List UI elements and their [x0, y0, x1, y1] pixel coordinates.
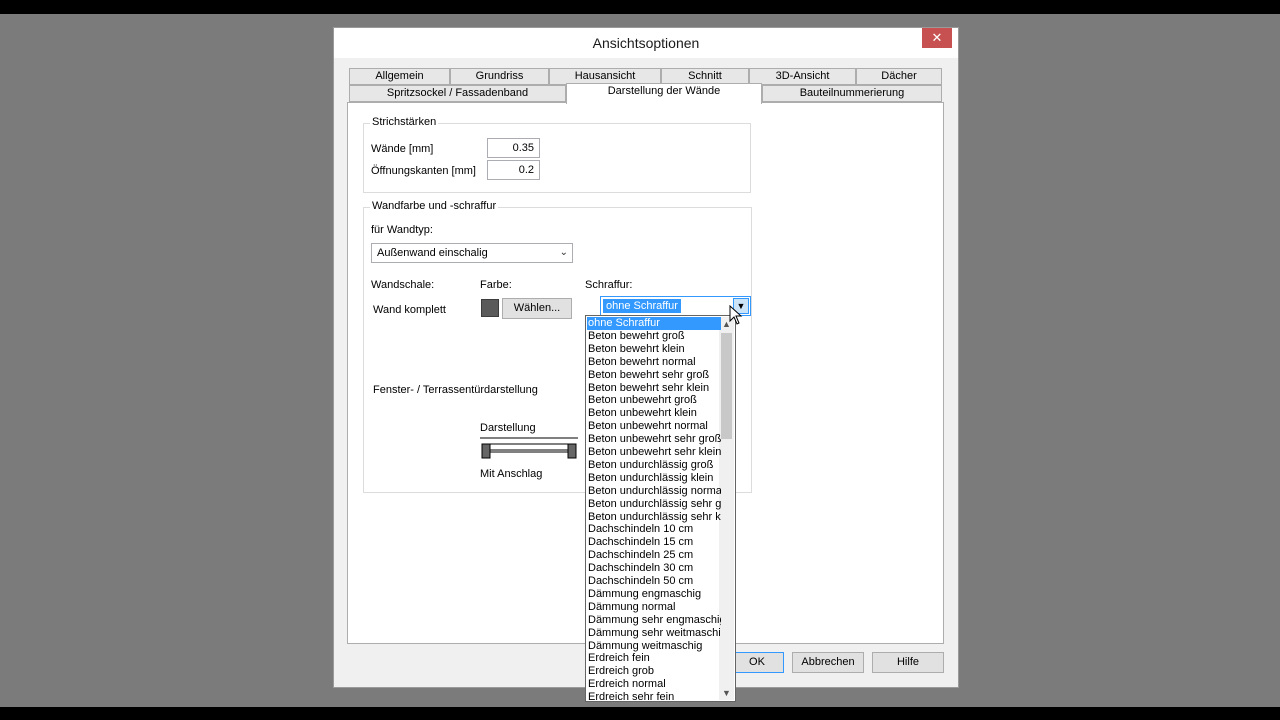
strichstaerken-group: Strichstärken: [363, 116, 751, 193]
wand-color-swatch[interactable]: [481, 299, 499, 317]
close-button[interactable]: ✕: [922, 28, 952, 48]
dropdown-item[interactable]: Dämmung engmaschig: [587, 588, 721, 601]
tab-bauteilnummerierung[interactable]: Bauteilnummerierung: [762, 85, 942, 102]
waehlen-button[interactable]: Wählen...: [502, 298, 572, 319]
wandtyp-select[interactable]: Außenwand einschalig ⌄: [371, 243, 573, 263]
waende-input[interactable]: 0.35: [487, 138, 540, 158]
dropdown-item[interactable]: Beton unbewehrt normal: [587, 420, 721, 433]
wandfarbe-title: Wandfarbe und -schraffur: [370, 200, 499, 212]
dropdown-item[interactable]: Beton undurchlässig groß: [587, 459, 721, 472]
strichstaerken-title: Strichstärken: [370, 116, 439, 128]
wand-komplett-label: Wand komplett: [373, 304, 446, 316]
dropdown-item[interactable]: Dachschindeln 10 cm: [587, 523, 721, 536]
tab-daecher[interactable]: Dächer: [856, 68, 942, 85]
schraffur-dropdown-list[interactable]: ▲ ▼ ohne Schraffur Beton bewehrt groß Beto…: [585, 315, 736, 702]
title-bar: Ansichtsoptionen ✕: [334, 28, 958, 58]
video-letterbox-top: [0, 0, 1280, 14]
dropdown-item[interactable]: Beton unbewehrt klein: [587, 407, 721, 420]
dropdown-item[interactable]: Dachschindeln 30 cm: [587, 562, 721, 575]
dropdown-item[interactable]: Beton undurchlässig sehr kle: [587, 511, 721, 524]
dropdown-item[interactable]: Dachschindeln 25 cm: [587, 549, 721, 562]
tab-spritzsockel[interactable]: Spritzsockel / Fassadenband: [349, 85, 566, 102]
tab-darstellung-der-waende[interactable]: Darstellung der Wände: [566, 83, 762, 104]
scroll-down-icon[interactable]: ▼: [719, 686, 734, 700]
oeffnungskanten-input[interactable]: 0.2: [487, 160, 540, 180]
dropdown-item[interactable]: Erdreich normal: [587, 678, 721, 691]
mit-anschlag-label: Mit Anschlag: [480, 468, 543, 480]
chevron-down-icon: ⌄: [559, 247, 568, 258]
schraffur-value: ohne Schraffur: [603, 299, 681, 313]
oeffnungskanten-label: Öffnungskanten [mm]: [371, 165, 476, 177]
dropdown-item[interactable]: Dämmung weitmaschig: [587, 640, 721, 653]
dropdown-item[interactable]: Dachschindeln 50 cm: [587, 575, 721, 588]
wandtyp-label: für Wandtyp:: [371, 224, 433, 236]
dialog-title: Ansichtsoptionen: [592, 35, 700, 51]
abbrechen-button[interactable]: Abbrechen: [792, 652, 864, 673]
farbe-label: Farbe:: [480, 279, 512, 291]
hilfe-button[interactable]: Hilfe: [872, 652, 944, 673]
mouse-cursor-icon: [729, 305, 743, 325]
window-preview-icon: [480, 437, 578, 459]
dropdown-item[interactable]: Dachschindeln 15 cm: [587, 536, 721, 549]
dropdown-item[interactable]: Erdreich grob: [587, 665, 721, 678]
dropdown-scrollbar[interactable]: ▲ ▼: [719, 317, 734, 700]
dropdown-item[interactable]: Beton undurchlässig klein: [587, 472, 721, 485]
wandtyp-value: Außenwand einschalig: [377, 247, 488, 259]
dropdown-item[interactable]: Beton undurchlässig normal: [587, 485, 721, 498]
tab-allgemein[interactable]: Allgemein: [349, 68, 450, 85]
dropdown-item[interactable]: Beton unbewehrt sehr klein: [587, 446, 721, 459]
dropdown-item[interactable]: Beton bewehrt klein: [587, 343, 721, 356]
dropdown-item[interactable]: Beton unbewehrt sehr groß: [587, 433, 721, 446]
dropdown-item[interactable]: Erdreich sehr fein: [587, 691, 721, 701]
ok-button[interactable]: OK: [730, 652, 784, 673]
dropdown-item[interactable]: Beton undurchlässig sehr gr: [587, 498, 721, 511]
wandschale-label: Wandschale:: [371, 279, 435, 291]
dropdown-item[interactable]: Beton bewehrt sehr groß: [587, 369, 721, 382]
tab-3d-ansicht[interactable]: 3D-Ansicht: [749, 68, 856, 85]
dropdown-item[interactable]: Dämmung normal: [587, 601, 721, 614]
dropdown-item[interactable]: Beton bewehrt groß: [587, 330, 721, 343]
darstellung-label: Darstellung: [480, 422, 536, 434]
dropdown-item[interactable]: Beton bewehrt normal: [587, 356, 721, 369]
scroll-thumb[interactable]: [721, 333, 732, 439]
dropdown-item[interactable]: Beton bewehrt sehr klein: [587, 382, 721, 395]
waende-label: Wände [mm]: [371, 143, 434, 155]
dropdown-item[interactable]: Dämmung sehr engmaschig: [587, 614, 721, 627]
dropdown-item[interactable]: Beton unbewehrt groß: [587, 394, 721, 407]
fenster-label: Fenster- / Terrassentürdarstellung: [373, 384, 538, 396]
schraffur-label: Schraffur:: [585, 279, 633, 291]
video-letterbox-bottom: [0, 707, 1280, 720]
dropdown-item[interactable]: Erdreich fein: [587, 652, 721, 665]
dropdown-item[interactable]: Dämmung sehr weitmaschig: [587, 627, 721, 640]
tab-grundriss[interactable]: Grundriss: [450, 68, 549, 85]
dropdown-item[interactable]: ohne Schraffur: [587, 317, 721, 330]
